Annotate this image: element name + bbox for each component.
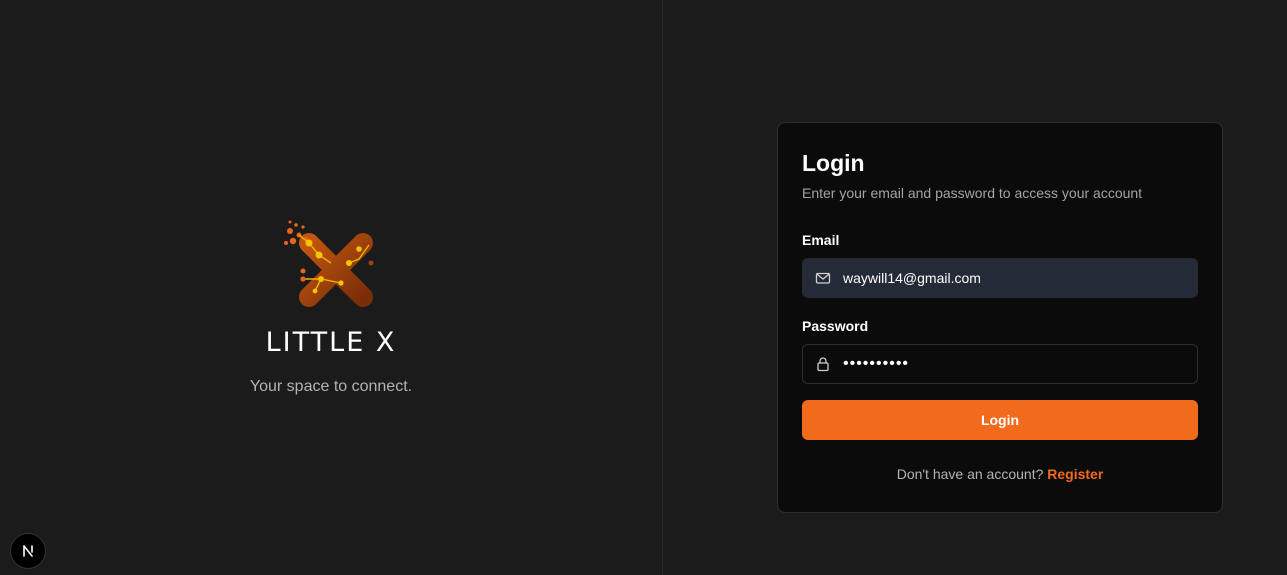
register-row: Don't have an account? Register [802,466,1198,482]
login-panel: Login Enter your email and password to a… [663,0,1287,575]
mail-icon [815,272,831,284]
lock-icon [817,357,829,372]
email-label: Email [802,232,840,248]
brand-name: LITTLE X [265,327,397,358]
nextjs-icon [23,545,33,557]
login-button[interactable]: Login [802,400,1198,440]
register-prompt: Don't have an account? [896,466,1044,482]
register-link[interactable]: Register [1047,466,1103,482]
little-x-logo [284,220,374,307]
login-title: Login [802,150,865,176]
brand-panel: LITTLE X Your space to connect. [0,0,663,575]
brand-tagline: Your space to connect. [249,378,413,395]
login-card: Login Enter your email and password to a… [777,122,1223,513]
page: LITTLE X Your space to connect. Login En… [0,0,1287,575]
email-field-wrapper[interactable] [802,258,1198,298]
brand-block: LITTLE X Your space to connect. [0,215,662,396]
login-subtitle: Enter your email and password to access … [802,185,1143,201]
password-input[interactable] [843,355,1197,373]
password-field-wrapper[interactable] [802,344,1198,384]
password-label: Password [802,318,869,334]
email-input[interactable] [843,270,1197,286]
nextjs-dev-badge[interactable] [10,533,46,569]
